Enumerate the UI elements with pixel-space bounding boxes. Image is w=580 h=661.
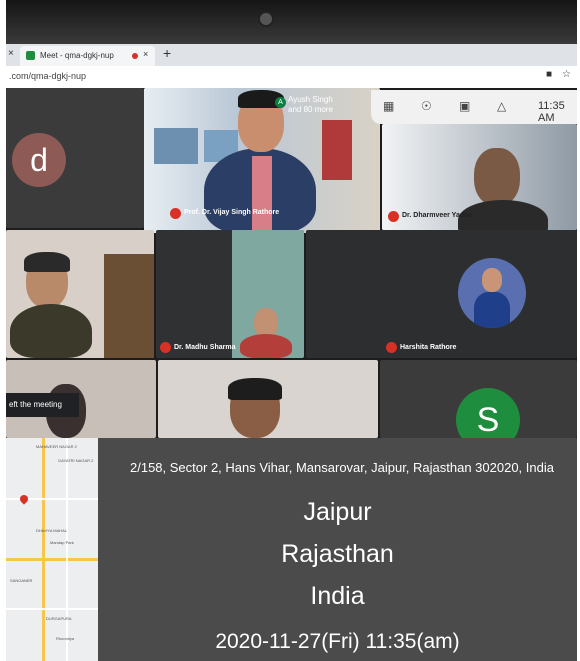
address-bar[interactable]: .com/qma-dgkj-nup ■ ☆ (6, 66, 577, 88)
stamp-city: Jaipur (303, 498, 372, 526)
mic-off-icon (388, 211, 399, 222)
mic-off-icon (170, 208, 181, 219)
participant-tile[interactable]: Dr. Madhu Sharma (156, 230, 304, 358)
map-label: DURGAPURA (46, 616, 72, 621)
map-road (6, 558, 98, 561)
map-road (42, 438, 45, 661)
stamp-datetime: 2020-11-27(Fri) 11:35(am) (215, 630, 460, 653)
mic-off-icon (160, 342, 171, 353)
participant-tile[interactable]: Dr. Dharmveer Yadav (382, 124, 577, 230)
activities-icon[interactable]: △ (497, 99, 506, 113)
map-label: MAHAVEER NAGAR 2 (36, 444, 77, 449)
participant-name: Dr. Dharmveer Yadav (402, 212, 472, 219)
participants-indicator[interactable]: Ayush Singh and 80 more (288, 95, 333, 115)
participant-name: Prof. Dr. Vijay Singh Rathore (184, 209, 280, 216)
new-tab-button[interactable]: + (163, 45, 171, 61)
meet-logo-icon (26, 51, 35, 60)
participant-avatar: d (12, 133, 66, 187)
stamp-address: 2/158, Sector 2, Hans Vihar, Mansarovar,… (130, 460, 554, 475)
participant-tile[interactable]: d (6, 88, 144, 228)
map-label: Mandap Park (50, 540, 74, 545)
stamp-country: India (310, 582, 365, 610)
bookshelf (104, 254, 154, 358)
participant-name: Dr. Madhu Sharma (174, 344, 236, 351)
participants-line2: and 80 more (288, 105, 333, 114)
participants-line1: Ayush Singh (288, 95, 333, 104)
stamp-state: Rajasthan (281, 540, 394, 568)
screen-photo: × Meet - qma-dgkj-nup × + .com/qma-dgkj-… (6, 0, 577, 661)
participant-tile[interactable] (158, 360, 378, 438)
tab-close-icon[interactable]: × (143, 49, 148, 59)
participant-name: Harshita Rathore (400, 344, 457, 351)
map-pin-icon (18, 493, 30, 505)
people-icon[interactable]: ☉ (421, 99, 432, 113)
map-label: SANGANER (10, 578, 33, 583)
participant-hair (24, 252, 70, 272)
chat-icon[interactable]: ▣ (459, 99, 470, 113)
mic-off-icon (386, 342, 397, 353)
participant-photo-avatar (458, 258, 526, 328)
meeting-clock: 11:35 AM (538, 100, 565, 124)
browser-tab-bar: × Meet - qma-dgkj-nup × + (6, 44, 577, 66)
participant-body (240, 334, 292, 358)
map-label: DHAHYA MAHAL (36, 528, 68, 533)
participant-tile[interactable]: Harshita Rathore (306, 230, 577, 358)
meet-video-grid: d Prof. Dr. Vijay Singh Rathore Dr. Dhar… (6, 88, 577, 438)
layout-icon[interactable]: ▦ (383, 99, 394, 113)
wall-poster (154, 128, 198, 164)
camera-permission-icon[interactable]: ■ (546, 69, 552, 80)
tab-title: Meet - qma-dgkj-nup (40, 51, 114, 60)
red-cabinet (322, 120, 352, 180)
recording-dot-icon (132, 53, 138, 59)
participant-hair (228, 378, 282, 400)
map-street (6, 608, 98, 610)
participant-tile-speaker[interactable]: Prof. Dr. Vijay Singh Rathore (144, 88, 380, 233)
map-label: Rhoomiya (56, 636, 75, 641)
participant-tile[interactable]: S (380, 360, 577, 438)
tab-meet[interactable]: Meet - qma-dgkj-nup × (20, 46, 155, 66)
participant-avatar: S (456, 388, 520, 438)
meet-top-toolbar: ▦ ☉ ▣ △ 11:35 AM (371, 90, 577, 124)
bookmark-star-icon[interactable]: ☆ (562, 69, 571, 80)
close-icon[interactable]: × (8, 48, 14, 59)
participant-body (10, 304, 92, 358)
map-label: GAYATRI NAGAR 2 (58, 458, 94, 463)
webcam-icon (258, 11, 274, 27)
participant-face (474, 148, 520, 206)
participant-badge: A (275, 97, 286, 108)
left-meeting-toast: eft the meeting (6, 393, 79, 417)
speaker-shirt (252, 156, 272, 233)
map-street (66, 438, 68, 661)
mini-map: MAHAVEER NAGAR 2 GAYATRI NAGAR 2 DHAHYA … (6, 438, 98, 661)
laptop-bezel (6, 0, 577, 44)
participant-tile[interactable] (6, 230, 154, 358)
url-text: .com/qma-dgkj-nup (9, 71, 87, 81)
